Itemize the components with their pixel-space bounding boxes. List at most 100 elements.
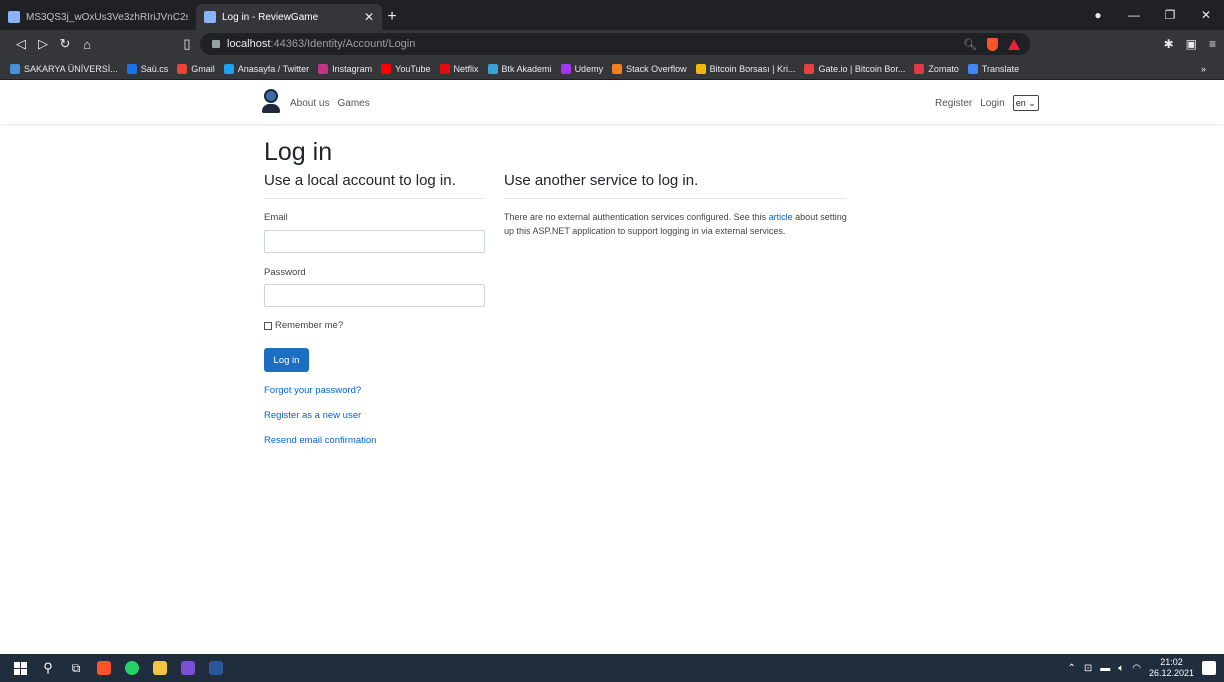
email-label: Email <box>264 212 288 223</box>
forward-icon[interactable]: ▷ <box>32 36 54 52</box>
clock[interactable]: 21:02 26.12.2021 <box>1149 657 1194 679</box>
bookmark-item[interactable]: SAKARYA ÜNİVERSİ... <box>10 63 118 74</box>
bookmark-favicon-icon <box>10 63 20 74</box>
bookmark-label: Bitcoin Borsası | Kri... <box>709 63 796 74</box>
remember-me-checkbox[interactable] <box>264 321 272 330</box>
close-tab-icon[interactable]: ✕ <box>364 10 374 24</box>
visual-studio-icon[interactable] <box>174 654 202 682</box>
nav-games[interactable]: Games <box>337 98 369 109</box>
external-auth-info: There are no external authentication ser… <box>504 210 849 238</box>
bookmark-label: Instagram <box>332 63 373 74</box>
forgot-password-link[interactable]: Forgot your password? <box>264 385 361 396</box>
register-link[interactable]: Register as a new user <box>264 410 361 421</box>
bookmark-label: Stack Overflow <box>626 63 687 74</box>
article-link[interactable]: article <box>769 212 793 222</box>
minimize-icon[interactable]: — <box>1116 8 1152 22</box>
bookmark-item[interactable]: YouTube <box>381 63 431 74</box>
brave-shield-icon[interactable] <box>987 37 998 51</box>
language-select[interactable]: en ⌄ <box>1012 95 1039 111</box>
login-button[interactable]: Log in <box>264 348 309 372</box>
site-navbar: About us Games Register Login en ⌄ <box>0 80 1224 125</box>
address-bar[interactable]: localhost :44363/Identity/Account/Login … <box>200 33 1030 55</box>
page-title: Log in <box>264 138 333 166</box>
browser-tab-0[interactable]: MS3QS3j_wOxUs3Ve3zhRIriJVnC2sL6t <box>0 4 196 30</box>
zoom-icon[interactable]: 🔍︎ <box>963 38 977 51</box>
brave-browser-icon[interactable] <box>90 654 118 682</box>
email-field[interactable] <box>264 230 485 253</box>
brave-rewards-icon[interactable] <box>1008 38 1020 50</box>
profile-icon[interactable]: ● <box>1080 8 1116 22</box>
bookmark-icon[interactable]: ▯ <box>176 36 198 52</box>
whatsapp-icon[interactable] <box>118 654 146 682</box>
page-icon <box>8 11 20 23</box>
bookmark-label: SAKARYA ÜNİVERSİ... <box>24 63 118 74</box>
bookmark-item[interactable]: Instagram <box>318 63 373 74</box>
bookmark-item[interactable]: Bitcoin Borsası | Kri... <box>695 63 796 74</box>
resend-confirmation-link[interactable]: Resend email confirmation <box>264 435 376 446</box>
bookmark-label: Gate.io | Bitcoin Bor... <box>818 63 906 74</box>
password-field[interactable] <box>264 284 485 307</box>
nav-about-us[interactable]: About us <box>290 98 329 109</box>
clock-time: 21:02 <box>1160 657 1183 667</box>
word-icon[interactable] <box>202 654 230 682</box>
bookmark-label: Gmail <box>191 63 215 74</box>
bookmark-label: Udemy <box>574 63 604 74</box>
page-icon <box>204 11 216 23</box>
start-button[interactable] <box>6 654 34 682</box>
browser-tab-1[interactable]: Log in - ReviewGame ✕ <box>196 4 382 30</box>
password-label: Password <box>264 267 306 278</box>
bookmark-label: Anasayfa / Twitter <box>237 63 310 74</box>
local-account-heading: Use a local account to log in. <box>264 172 456 189</box>
bookmark-label: Saü.cs <box>140 63 169 74</box>
new-tab-button[interactable]: + <box>382 4 402 30</box>
chevron-up-icon[interactable]: ⌃ <box>1067 663 1075 674</box>
wallet-icon[interactable]: ▣ <box>1186 37 1197 51</box>
bookmark-favicon-icon <box>487 63 498 74</box>
file-explorer-icon[interactable] <box>146 654 174 682</box>
bookmark-item[interactable]: Translate <box>967 63 1019 74</box>
language-value: en <box>1015 98 1026 108</box>
extensions-icon[interactable]: ✱ <box>1164 37 1174 51</box>
windows-icon <box>13 661 27 675</box>
remember-me-label[interactable]: Remember me? <box>275 320 343 331</box>
bookmark-favicon-icon <box>967 63 978 74</box>
bookmarks-more-button[interactable]: » <box>1201 64 1206 74</box>
home-icon[interactable]: ⌂ <box>76 37 98 52</box>
site-logo[interactable] <box>262 89 280 115</box>
bookmark-item[interactable]: Udemy <box>560 63 604 74</box>
bookmark-favicon-icon <box>914 63 925 74</box>
tab-title: Log in - ReviewGame <box>222 11 319 23</box>
bookmark-favicon-icon <box>381 63 392 74</box>
url-host: localhost <box>227 38 271 50</box>
bookmark-favicon-icon <box>177 63 188 74</box>
bookmarks-bar: SAKARYA ÜNİVERSİ... Saü.cs Gmail Anasayfa /… <box>0 58 1224 80</box>
bookmark-item[interactable]: Gmail <box>177 63 215 74</box>
volume-icon[interactable]: 🔈︎ <box>1118 663 1124 674</box>
bookmark-item[interactable]: Zomato <box>914 63 959 74</box>
external-info-text: There are no external authentication ser… <box>504 212 769 222</box>
network-icon[interactable]: ⊡ <box>1084 663 1092 674</box>
nav-register[interactable]: Register <box>935 98 972 109</box>
bookmark-label: Zomato <box>928 63 959 74</box>
reload-icon[interactable]: ↻ <box>54 36 76 52</box>
bookmark-item[interactable]: Stack Overflow <box>612 63 687 74</box>
restore-icon[interactable]: ❐ <box>1152 8 1188 22</box>
bookmark-item[interactable]: Netflix <box>439 63 479 74</box>
task-view-icon[interactable]: ⧉ <box>62 654 90 682</box>
bookmark-item[interactable]: Gate.io | Bitcoin Bor... <box>804 63 906 74</box>
clock-date: 26.12.2021 <box>1148 668 1194 678</box>
bookmark-label: Btk Akademi <box>501 63 552 74</box>
remember-me: Remember me? <box>264 320 343 331</box>
bookmark-item[interactable]: Btk Akademi <box>487 63 552 74</box>
nav-login[interactable]: Login <box>980 98 1004 109</box>
bookmark-item[interactable]: Anasayfa / Twitter <box>223 63 310 74</box>
battery-icon[interactable]: ▬ <box>1100 663 1110 674</box>
back-icon[interactable]: ◁ <box>10 36 32 52</box>
bookmark-item[interactable]: Saü.cs <box>126 63 169 74</box>
wifi-icon[interactable]: ◠ <box>1132 663 1141 674</box>
close-window-icon[interactable]: ✕ <box>1188 8 1224 22</box>
bookmark-favicon-icon <box>223 63 234 74</box>
menu-icon[interactable]: ≡ <box>1209 37 1216 51</box>
notification-icon[interactable] <box>1202 661 1216 675</box>
search-icon[interactable]: ⚲ <box>34 654 62 682</box>
